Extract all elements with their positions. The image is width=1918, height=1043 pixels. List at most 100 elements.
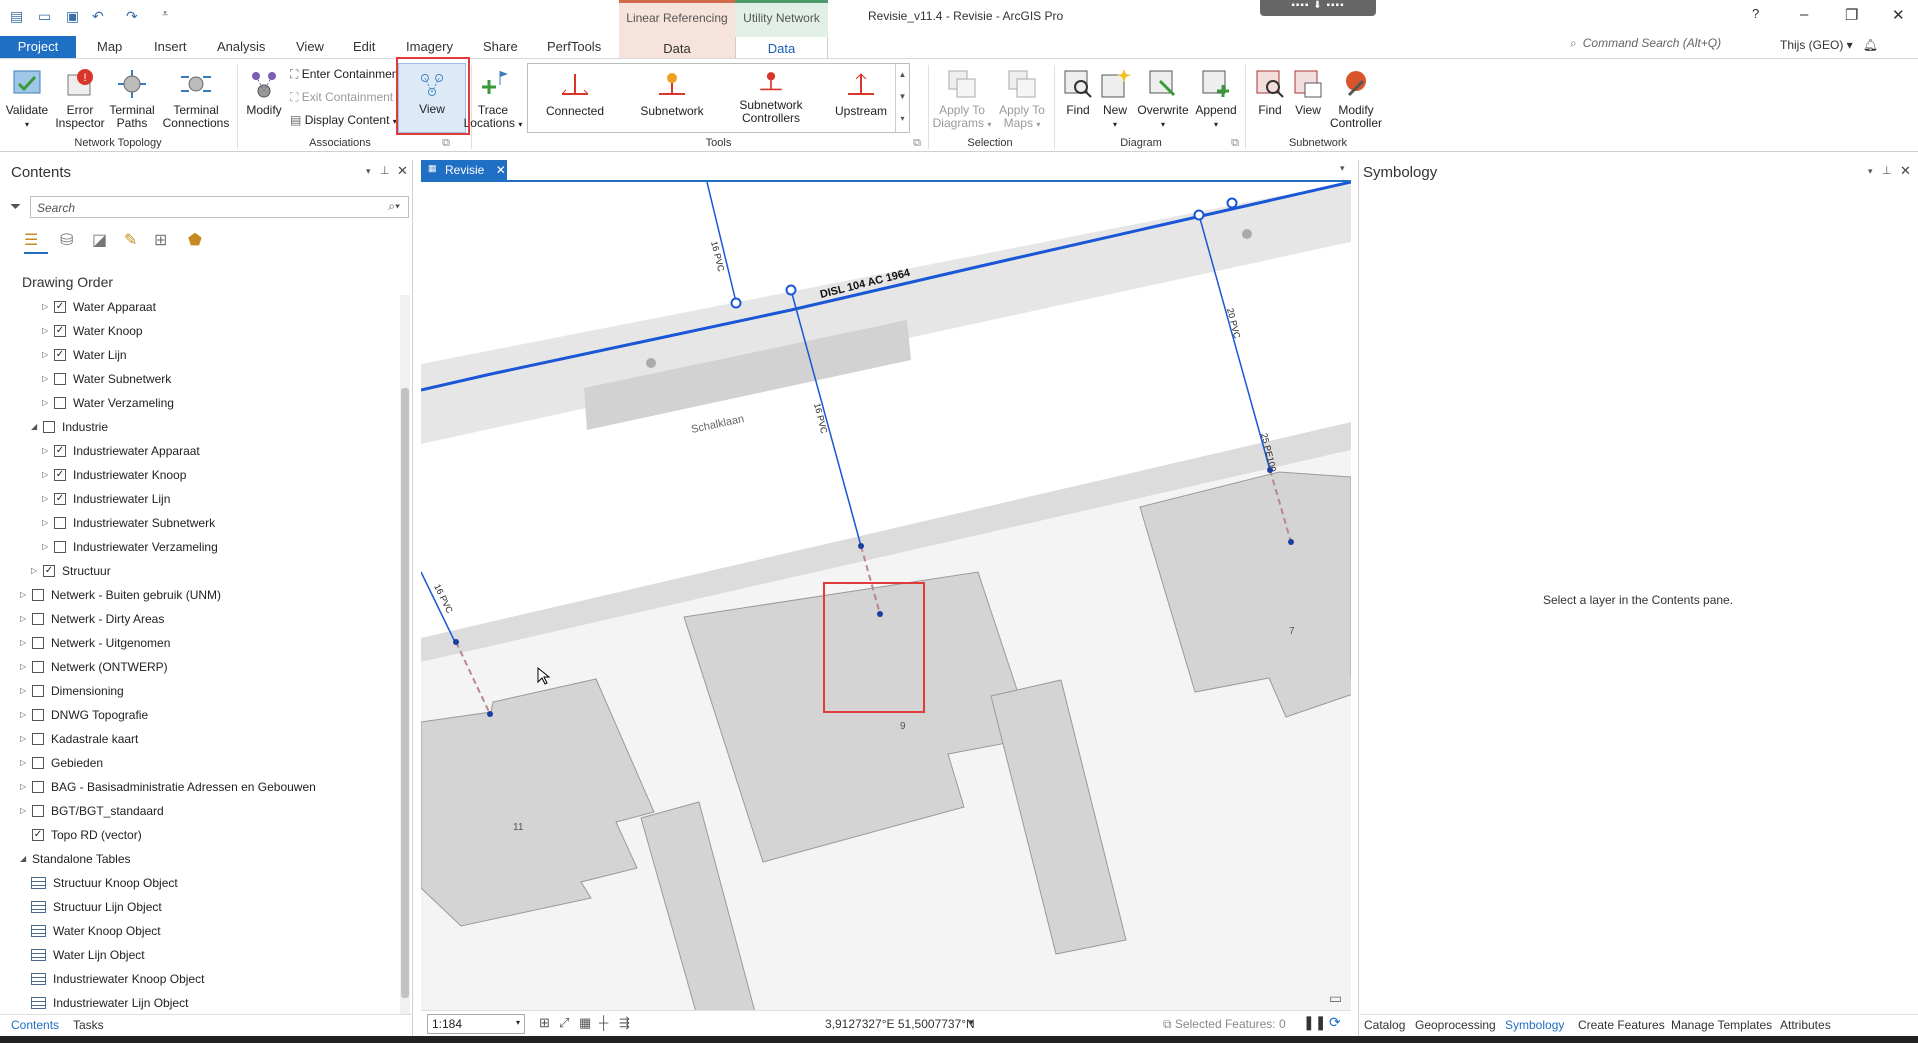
refresh-icon[interactable]: ⟳: [1329, 1014, 1341, 1031]
expand-toggle-icon[interactable]: ▷: [31, 566, 37, 575]
table-item[interactable]: Industriewater Knoop Object: [31, 970, 391, 990]
bottom-tab-symbology[interactable]: Symbology: [1505, 1018, 1564, 1032]
table-item[interactable]: Industriewater Lijn Object: [31, 994, 391, 1014]
layer-visibility-checkbox[interactable]: ✓: [54, 349, 66, 361]
layer-visibility-checkbox[interactable]: [32, 709, 44, 721]
error-inspector-button[interactable]: ! Error Inspector: [52, 67, 108, 130]
layer-visibility-checkbox[interactable]: ✓: [54, 469, 66, 481]
command-search-input[interactable]: ⌕ Command Search (Alt+Q): [1570, 36, 1770, 56]
layer-item[interactable]: ▷ Kadastrale kaart: [20, 730, 395, 750]
diagram-new-button[interactable]: New ▾: [1098, 67, 1132, 131]
terminal-connections-button[interactable]: Terminal Connections: [160, 67, 232, 130]
expand-toggle-icon[interactable]: ▷: [20, 710, 26, 719]
filter-icon[interactable]: ⏷: [10, 198, 21, 215]
expand-toggle-icon[interactable]: ▷: [42, 470, 48, 479]
minimize-button[interactable]: –: [1800, 6, 1808, 23]
list-by-data-source-icon[interactable]: ⛁: [60, 230, 73, 250]
enter-containment-button[interactable]: ⛶ Enter Containment: [290, 67, 402, 82]
tab-edit[interactable]: Edit: [353, 36, 375, 58]
validate-button[interactable]: Validate ▾: [4, 67, 50, 131]
close-map-tab-icon[interactable]: ✕: [496, 163, 506, 177]
expand-toggle-icon[interactable]: ▷: [42, 542, 48, 551]
layer-item[interactable]: ▷ ✓ Water Apparaat: [42, 298, 395, 318]
expand-toggle-icon[interactable]: ▷: [42, 326, 48, 335]
undo-icon[interactable]: ↶: [92, 8, 104, 25]
expand-toggle-icon[interactable]: ▷: [20, 638, 26, 647]
expand-toggle-icon[interactable]: ▷: [20, 686, 26, 695]
table-item[interactable]: Water Knoop Object: [31, 922, 391, 942]
diagram-dialog-launcher-icon[interactable]: ⧉: [1228, 137, 1242, 150]
apply-to-maps-button[interactable]: Apply To Maps ▾: [994, 67, 1050, 131]
list-by-labeling-icon[interactable]: ⬟: [188, 230, 202, 250]
layer-item[interactable]: ▷ Water Subnetwerk: [42, 370, 395, 390]
selected-features[interactable]: ⧉ Selected Features: 0: [1163, 1017, 1286, 1032]
scale-snap-icon[interactable]: ⤢: [559, 1015, 569, 1031]
table-item[interactable]: Water Lijn Object: [31, 946, 391, 966]
junction-node[interactable]: [1226, 197, 1238, 209]
tab-share[interactable]: Share: [483, 36, 518, 58]
layer-item[interactable]: ✓ Topo RD (vector): [20, 826, 395, 846]
layer-visibility-checkbox[interactable]: [32, 637, 44, 649]
expand-toggle-icon[interactable]: ▷: [20, 614, 26, 623]
pin-icon[interactable]: ⊥: [380, 164, 390, 177]
device-point[interactable]: [453, 639, 459, 645]
expand-toggle-icon[interactable]: ▷: [42, 374, 48, 383]
pause-drawing-icon[interactable]: ❚❚: [1303, 1014, 1326, 1031]
layer-visibility-checkbox[interactable]: [32, 781, 44, 793]
map-canvas[interactable]: Schalklaan DISL 104 AC 1964 16 PVC 16 PV…: [421, 180, 1351, 1010]
device-point[interactable]: [877, 611, 883, 617]
close-pane-icon[interactable]: ✕: [1900, 163, 1911, 179]
tab-view[interactable]: View: [296, 36, 324, 58]
list-by-editing-icon[interactable]: ✎: [124, 230, 137, 250]
device-point[interactable]: [1267, 467, 1273, 473]
tab-map[interactable]: Map: [97, 36, 122, 58]
diagram-overwrite-button[interactable]: Overwrite ▾: [1136, 67, 1190, 131]
layer-item[interactable]: ▷ ✓ Industriewater Knoop: [42, 466, 395, 486]
layer-item[interactable]: ▷ Dimensioning: [20, 682, 395, 702]
fixed-zoom-icon[interactable]: ⊞: [539, 1015, 550, 1031]
display-content-button[interactable]: ▤ Display Content ▾: [290, 113, 397, 127]
diagram-find-button[interactable]: Find: [1058, 67, 1098, 117]
layer-visibility-checkbox[interactable]: [54, 373, 66, 385]
expand-toggle-icon[interactable]: ▷: [42, 494, 48, 503]
modify-controller-button[interactable]: Modify Controller: [1326, 67, 1386, 130]
redo-icon[interactable]: ↷: [126, 8, 138, 25]
layer-item[interactable]: ▷ Netwerk - Uitgenomen: [20, 634, 395, 654]
close-pane-icon[interactable]: ✕: [397, 163, 408, 179]
terminal-paths-button[interactable]: Terminal Paths: [108, 67, 156, 130]
tab-imagery[interactable]: Imagery: [406, 36, 453, 58]
new-project-icon[interactable]: ▤: [10, 8, 23, 25]
notification-icon[interactable]: 🔔︎: [1863, 38, 1878, 52]
title-drag-handle[interactable]: ▪▪▪▪ ⬇ ▪▪▪▪: [1260, 0, 1376, 16]
layer-item[interactable]: ▷ DNWG Topografie: [20, 706, 395, 726]
layer-visibility-checkbox[interactable]: ✓: [54, 493, 66, 505]
layer-item[interactable]: ▷ BAG - Basisadministratie Adressen en Ge…: [20, 778, 395, 798]
expand-toggle-icon[interactable]: ▷: [20, 806, 26, 815]
restore-button[interactable]: ❐: [1845, 6, 1858, 24]
pane-menu-icon[interactable]: ▾: [1868, 166, 1873, 177]
user-account[interactable]: Thijs (GEO) ▾ 🔔︎: [1780, 38, 1878, 52]
bottom-tab-manage-templates[interactable]: Manage Templates: [1671, 1018, 1772, 1032]
layer-item[interactable]: ▷ ✓ Industriewater Apparaat: [42, 442, 395, 462]
constraints-icon[interactable]: ⇶: [619, 1015, 630, 1031]
tab-analysis[interactable]: Analysis: [217, 36, 265, 58]
device-point[interactable]: [487, 711, 493, 717]
table-item[interactable]: Structuur Lijn Object: [31, 898, 391, 918]
expand-toggle-icon[interactable]: ◢: [20, 854, 26, 863]
diagram-append-button[interactable]: Append ▾: [1192, 67, 1240, 131]
expand-toggle-icon[interactable]: ▷: [20, 734, 26, 743]
snapping-icon[interactable]: ┼: [599, 1015, 608, 1030]
gallery-scroll[interactable]: ▲ ▼ ▾: [895, 64, 909, 132]
trace-subnetwork-button[interactable]: Subnetwork: [632, 68, 712, 118]
pane-menu-icon[interactable]: ▾: [366, 166, 371, 177]
layer-visibility-checkbox[interactable]: [32, 661, 44, 673]
expand-toggle-icon[interactable]: ▷: [20, 758, 26, 767]
bottom-tab-contents[interactable]: Contents: [11, 1018, 59, 1032]
junction-node[interactable]: [785, 284, 797, 296]
open-project-icon[interactable]: ▭: [38, 8, 51, 25]
layer-visibility-checkbox[interactable]: [32, 733, 44, 745]
expand-toggle-icon[interactable]: ▷: [20, 782, 26, 791]
layer-visibility-checkbox[interactable]: [54, 397, 66, 409]
contents-scrollbar-thumb[interactable]: [401, 388, 409, 998]
trace-locations-button[interactable]: Trace Locations ▾: [462, 67, 524, 131]
